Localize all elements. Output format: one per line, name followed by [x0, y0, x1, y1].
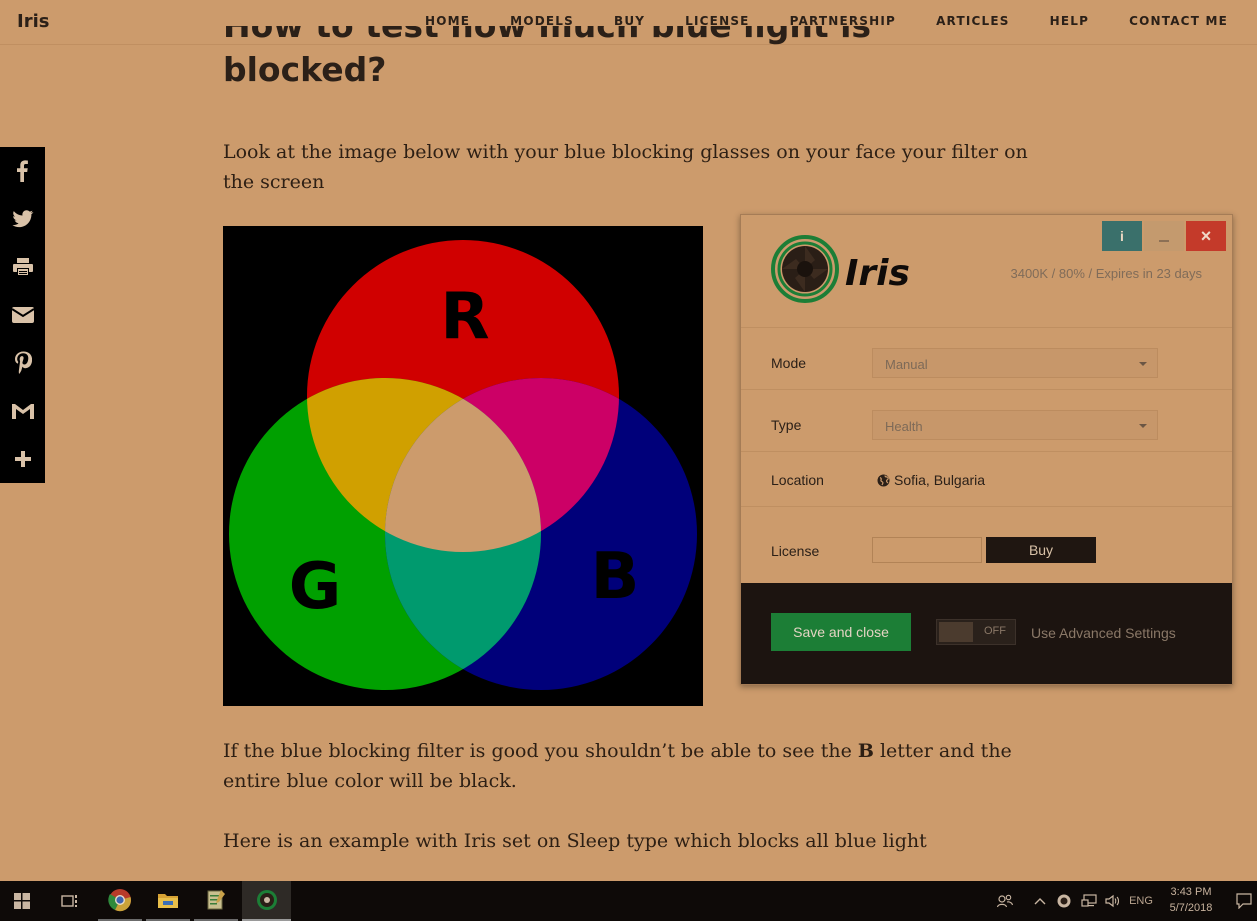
location-label: Location	[771, 472, 824, 488]
minimize-button[interactable]	[1144, 221, 1184, 251]
windows-taskbar: ENG 3:43 PM 5/7/2018	[0, 881, 1257, 921]
taskbar-file-explorer[interactable]	[146, 881, 190, 921]
info-button[interactable]: i	[1102, 221, 1142, 251]
iris-aperture-icon	[256, 890, 277, 910]
site-brand[interactable]: Iris	[17, 11, 49, 32]
divider	[741, 327, 1232, 328]
pinterest-icon	[14, 351, 32, 374]
chevron-up-icon	[1034, 898, 1046, 905]
type-label: Type	[771, 417, 802, 433]
article-heading-line2: blocked?	[223, 50, 387, 89]
taskbar-iris[interactable]	[242, 881, 291, 921]
divider	[741, 389, 1232, 390]
plus-icon	[14, 451, 31, 467]
close-button[interactable]: ×	[1186, 221, 1226, 251]
rgb-test-image: R G B	[223, 226, 703, 706]
article-example-text: Here is an example with Iris set on Slee…	[223, 830, 927, 852]
toggle-knob	[939, 622, 973, 642]
task-view-button[interactable]	[48, 881, 92, 921]
share-email[interactable]	[0, 291, 45, 339]
divider	[741, 506, 1232, 507]
advanced-settings-label[interactable]: Use Advanced Settings	[1031, 625, 1176, 641]
action-center-button[interactable]	[1230, 881, 1257, 921]
twitter-icon	[11, 210, 33, 228]
social-share-bar	[0, 147, 45, 483]
windows-start-icon	[14, 893, 30, 909]
iris-tray-icon	[1057, 894, 1071, 908]
people-button[interactable]	[990, 881, 1020, 921]
share-facebook[interactable]	[0, 147, 45, 195]
iris-status-text: 3400K / 80% / Expires in 23 days	[1010, 266, 1202, 281]
clock-time: 3:43 PM	[1170, 886, 1212, 898]
folder-icon	[158, 894, 178, 908]
close-icon: ×	[1200, 225, 1212, 246]
notepad-icon	[207, 890, 225, 910]
letter-g: G	[289, 550, 342, 624]
email-icon	[10, 307, 35, 323]
article-result-text: If the blue blocking filter is good you …	[223, 740, 1012, 792]
input-language-button[interactable]: ENG	[1126, 881, 1156, 921]
share-more[interactable]	[0, 435, 45, 483]
iris-footer: Save and close OFF Use Advanced Settings	[741, 583, 1232, 684]
speaker-icon	[1105, 894, 1120, 908]
mode-select-value: Manual	[885, 357, 928, 372]
rgb-venn-diagram: R G B	[229, 240, 697, 690]
show-hidden-icons-button[interactable]	[1030, 881, 1050, 921]
mode-label: Mode	[771, 355, 807, 371]
location-value-group[interactable]: Sofia, Bulgaria	[877, 472, 985, 488]
mode-select[interactable]: Manual	[872, 348, 1158, 378]
bold-b-letter: B	[857, 740, 874, 762]
aperture-logo-icon: Iris	[771, 235, 910, 303]
share-twitter[interactable]	[0, 195, 45, 243]
iris-logo: Iris	[771, 235, 921, 307]
facebook-icon	[16, 160, 28, 182]
volume-button[interactable]	[1102, 881, 1124, 921]
toggle-state-label: OFF	[984, 625, 1006, 637]
nav-item-articles[interactable]: ARTICLES	[936, 14, 1010, 28]
taskbar-clock[interactable]: 3:43 PM 5/7/2018	[1165, 884, 1217, 916]
task-view-icon	[61, 895, 77, 907]
iris-app-window: i × Iris 3400K / 80% / Expires in 23 day…	[740, 214, 1233, 685]
divider	[741, 451, 1232, 452]
taskbar-chrome[interactable]	[98, 881, 142, 921]
start-button[interactable]	[0, 881, 44, 921]
license-label: License	[771, 543, 820, 559]
print-icon	[12, 258, 33, 276]
network-icon	[1081, 894, 1097, 907]
share-print[interactable]	[0, 243, 45, 291]
notification-icon	[1235, 893, 1252, 909]
letter-b: B	[591, 540, 640, 614]
globe-icon	[877, 474, 890, 486]
gmail-icon	[11, 404, 34, 419]
nav-item-contact-me[interactable]: CONTACT ME	[1129, 14, 1228, 28]
buy-button[interactable]: Buy	[986, 537, 1096, 563]
iris-logo-text: Iris	[845, 253, 910, 294]
save-and-close-button[interactable]: Save and close	[771, 613, 911, 651]
chevron-down-icon	[1139, 424, 1147, 428]
network-button[interactable]	[1078, 881, 1100, 921]
share-gmail[interactable]	[0, 387, 45, 435]
license-input[interactable]	[872, 537, 982, 563]
clock-date: 5/7/2018	[1169, 902, 1213, 914]
chrome-icon	[108, 889, 131, 912]
article-heading: How to test how much blue light is block…	[223, 26, 923, 92]
letter-r: R	[440, 280, 489, 354]
type-select[interactable]: Health	[872, 410, 1158, 440]
info-icon: i	[1120, 228, 1124, 244]
advanced-settings-toggle[interactable]: OFF	[936, 619, 1016, 645]
minimize-icon	[1159, 240, 1169, 242]
chevron-down-icon	[1139, 362, 1147, 366]
article-heading-line1: How to test how much blue light is	[223, 26, 923, 48]
article-intro: Look at the image below with your blue b…	[223, 141, 1028, 193]
taskbar-notepad[interactable]	[194, 881, 238, 921]
location-value: Sofia, Bulgaria	[894, 472, 986, 488]
nav-item-help[interactable]: HELP	[1050, 14, 1089, 28]
tray-iris-button[interactable]	[1054, 881, 1074, 921]
people-icon	[997, 894, 1013, 908]
share-pinterest[interactable]	[0, 339, 45, 387]
language-indicator: ENG	[1129, 895, 1153, 907]
type-select-value: Health	[885, 419, 923, 434]
